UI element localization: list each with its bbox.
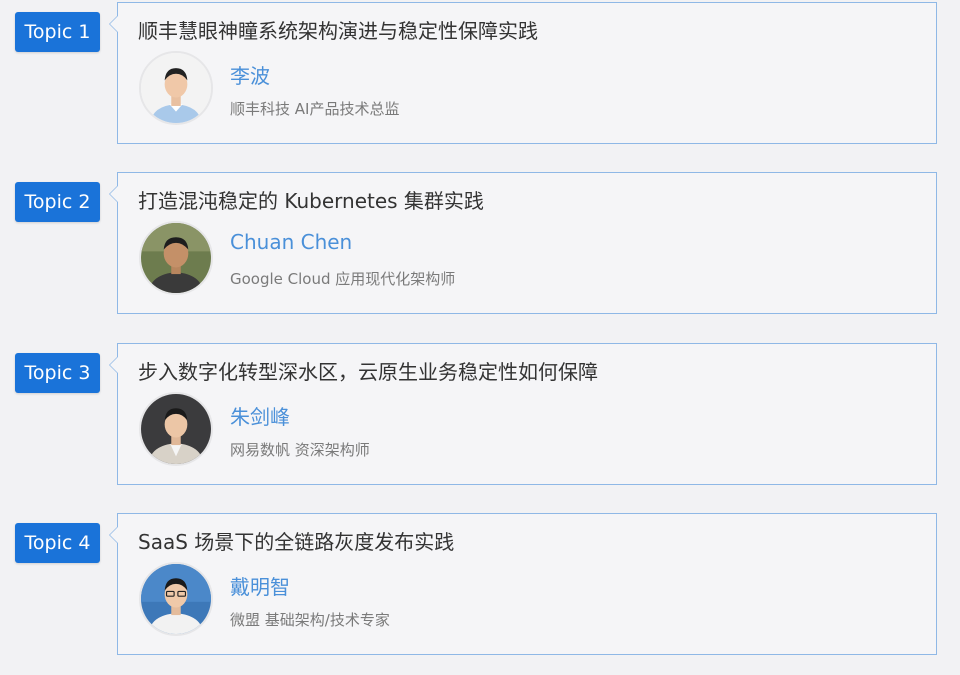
topic-card[interactable]: 步入数字化转型深水区，云原生业务稳定性如何保障 朱剑峰 网易数帆 资深架构师 [109, 343, 937, 485]
speaker-photo-icon [139, 562, 213, 636]
topic-title: 步入数字化转型深水区，云原生业务稳定性如何保障 [138, 360, 598, 384]
speaker-title: 顺丰科技 AI产品技术总监 [230, 100, 400, 118]
topic-title: SaaS 场景下的全链路灰度发布实践 [138, 530, 455, 554]
topic-card[interactable]: SaaS 场景下的全链路灰度发布实践 戴明智 微盟 基础架构/技术专家 [109, 513, 937, 655]
speaker-title: 网易数帆 资深架构师 [230, 441, 370, 459]
speaker-photo-icon [139, 51, 213, 125]
speaker-title: 微盟 基础架构/技术专家 [230, 611, 390, 629]
topic-badge: Topic 4 [15, 523, 100, 563]
topic-card[interactable]: 打造混沌稳定的 Kubernetes 集群实践 Chuan Chen Googl… [109, 172, 937, 314]
speaker-photo-icon [139, 392, 213, 466]
topic-badge: Topic 3 [15, 353, 100, 393]
speaker-title: Google Cloud 应用现代化架构师 [230, 270, 456, 288]
topic-card[interactable]: 顺丰慧眼神瞳系统架构演进与稳定性保障实践 李波 顺丰科技 AI产品技术总监 [109, 2, 937, 144]
speaker-name[interactable]: 朱剑峰 [230, 401, 290, 430]
speaker-name[interactable]: 戴明智 [230, 571, 290, 600]
topic-badge: Topic 2 [15, 182, 100, 222]
topic-badge: Topic 1 [15, 12, 100, 52]
speaker-photo-icon [139, 221, 213, 295]
speaker-name[interactable]: 李波 [230, 60, 270, 89]
topic-title: 打造混沌稳定的 Kubernetes 集群实践 [138, 189, 484, 213]
speaker-name[interactable]: Chuan Chen [230, 230, 352, 254]
topic-title: 顺丰慧眼神瞳系统架构演进与稳定性保障实践 [138, 19, 538, 43]
